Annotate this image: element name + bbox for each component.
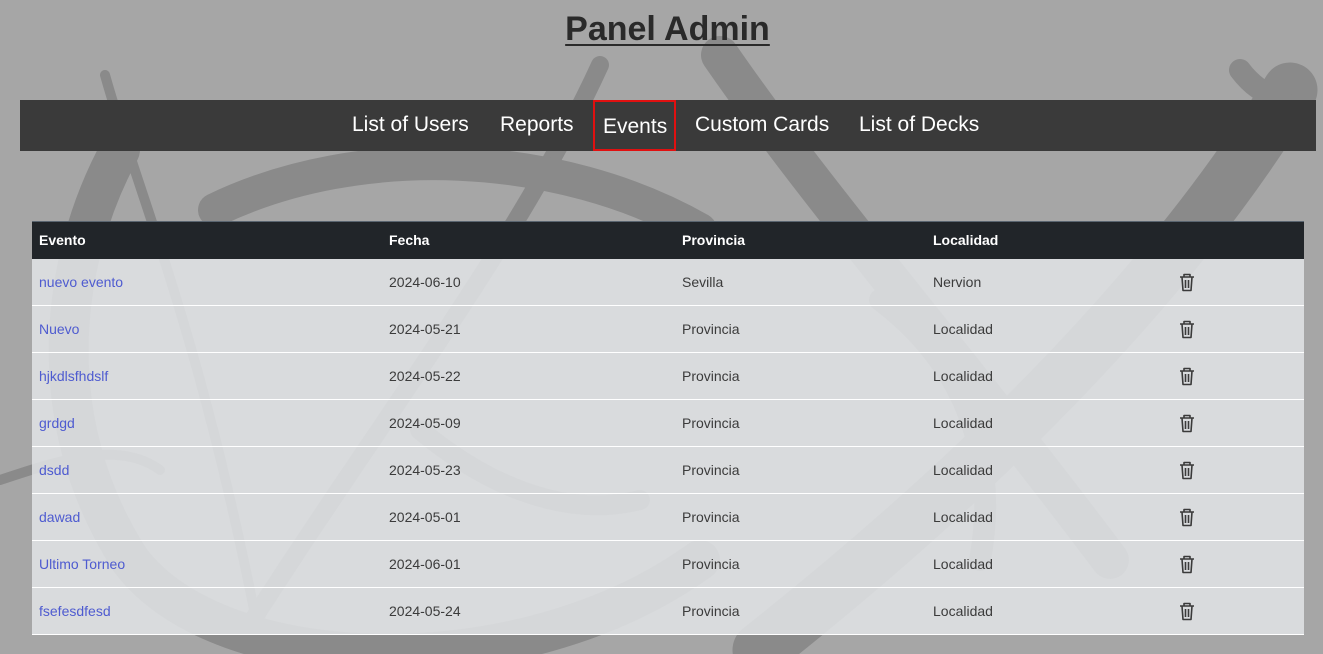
event-name-link[interactable]: hjkdlsfhdslf	[32, 353, 382, 400]
event-province: Provincia	[682, 603, 740, 619]
event-province: Provincia	[682, 509, 740, 525]
event-locality: Localidad	[933, 368, 993, 384]
column-header-fecha: Fecha	[382, 221, 675, 259]
event-locality: Localidad	[933, 509, 993, 525]
trash-icon[interactable]	[1178, 319, 1196, 339]
table-row: dawad 2024-05-01 Provincia Localidad	[32, 493, 1304, 541]
event-date: 2024-05-22	[389, 368, 461, 384]
trash-icon[interactable]	[1178, 460, 1196, 480]
page-title: Panel Admin	[565, 10, 770, 48]
nav-item-reports[interactable]: Reports	[500, 100, 574, 151]
event-name-link[interactable]: dsdd	[32, 447, 382, 494]
event-province: Provincia	[682, 462, 740, 478]
table-row: grdgd 2024-05-09 Provincia Localidad	[32, 399, 1304, 447]
trash-icon[interactable]	[1178, 507, 1196, 527]
event-province: Provincia	[682, 415, 740, 431]
trash-icon[interactable]	[1178, 554, 1196, 574]
event-date: 2024-05-09	[389, 415, 461, 431]
event-date: 2024-05-01	[389, 509, 461, 525]
event-date: 2024-05-24	[389, 603, 461, 619]
table-row: fsefesdfesd 2024-05-24 Provincia Localid…	[32, 587, 1304, 635]
column-header-provincia: Provincia	[675, 221, 926, 259]
trash-icon[interactable]	[1178, 366, 1196, 386]
event-name-link[interactable]: Ultimo Torneo	[32, 541, 382, 588]
nav-item-list-of-users[interactable]: List of Users	[352, 100, 469, 151]
column-header-localidad: Localidad	[926, 221, 1164, 259]
table-row: dsdd 2024-05-23 Provincia Localidad	[32, 446, 1304, 494]
event-province: Provincia	[682, 368, 740, 384]
event-locality: Localidad	[933, 415, 993, 431]
trash-icon[interactable]	[1178, 601, 1196, 621]
event-locality: Localidad	[933, 603, 993, 619]
delete-cell	[1164, 588, 1304, 635]
event-locality: Localidad	[933, 556, 993, 572]
delete-cell	[1164, 541, 1304, 588]
delete-cell	[1164, 494, 1304, 541]
event-date: 2024-06-01	[389, 556, 461, 572]
event-province: Provincia	[682, 556, 740, 572]
nav-item-events[interactable]: Events	[593, 100, 676, 151]
event-province: Provincia	[682, 321, 740, 337]
delete-cell	[1164, 400, 1304, 447]
table-row: nuevo evento 2024-06-10 Sevilla Nervion	[32, 258, 1304, 306]
event-name-link[interactable]: grdgd	[32, 400, 382, 447]
nav-item-custom-cards[interactable]: Custom Cards	[695, 100, 829, 151]
event-name-link[interactable]: Nuevo	[32, 306, 382, 353]
event-locality: Nervion	[933, 273, 982, 290]
event-locality: Localidad	[933, 321, 993, 337]
table-row: hjkdlsfhdslf 2024-05-22 Provincia Locali…	[32, 352, 1304, 400]
delete-cell	[1164, 306, 1304, 353]
trash-icon[interactable]	[1178, 272, 1196, 292]
table-row: Ultimo Torneo 2024-06-01 Provincia Local…	[32, 540, 1304, 588]
event-name-link[interactable]: nuevo evento	[32, 259, 382, 306]
event-locality: Localidad	[933, 462, 993, 478]
table-row: Nuevo 2024-05-21 Provincia Localidad	[32, 305, 1304, 353]
event-name-link[interactable]: dawad	[32, 494, 382, 541]
event-date: 2024-05-23	[389, 462, 461, 478]
column-header-evento: Evento	[32, 221, 382, 259]
event-name-link[interactable]: fsefesdfesd	[32, 588, 382, 635]
delete-cell	[1164, 447, 1304, 494]
events-table: Evento Fecha Provincia Localidad nuevo e…	[32, 221, 1304, 635]
table-header-row: Evento Fecha Provincia Localidad	[32, 221, 1304, 259]
trash-icon[interactable]	[1178, 413, 1196, 433]
delete-cell	[1164, 259, 1304, 306]
column-header-actions	[1164, 221, 1304, 259]
delete-cell	[1164, 353, 1304, 400]
admin-navbar: List of Users Reports Events Custom Card…	[20, 100, 1316, 151]
event-province: Sevilla	[682, 273, 724, 290]
nav-item-list-of-decks[interactable]: List of Decks	[859, 100, 979, 151]
event-date: 2024-05-21	[389, 321, 461, 337]
events-table-container: Evento Fecha Provincia Localidad nuevo e…	[32, 221, 1304, 635]
event-date: 2024-06-10	[389, 273, 461, 290]
